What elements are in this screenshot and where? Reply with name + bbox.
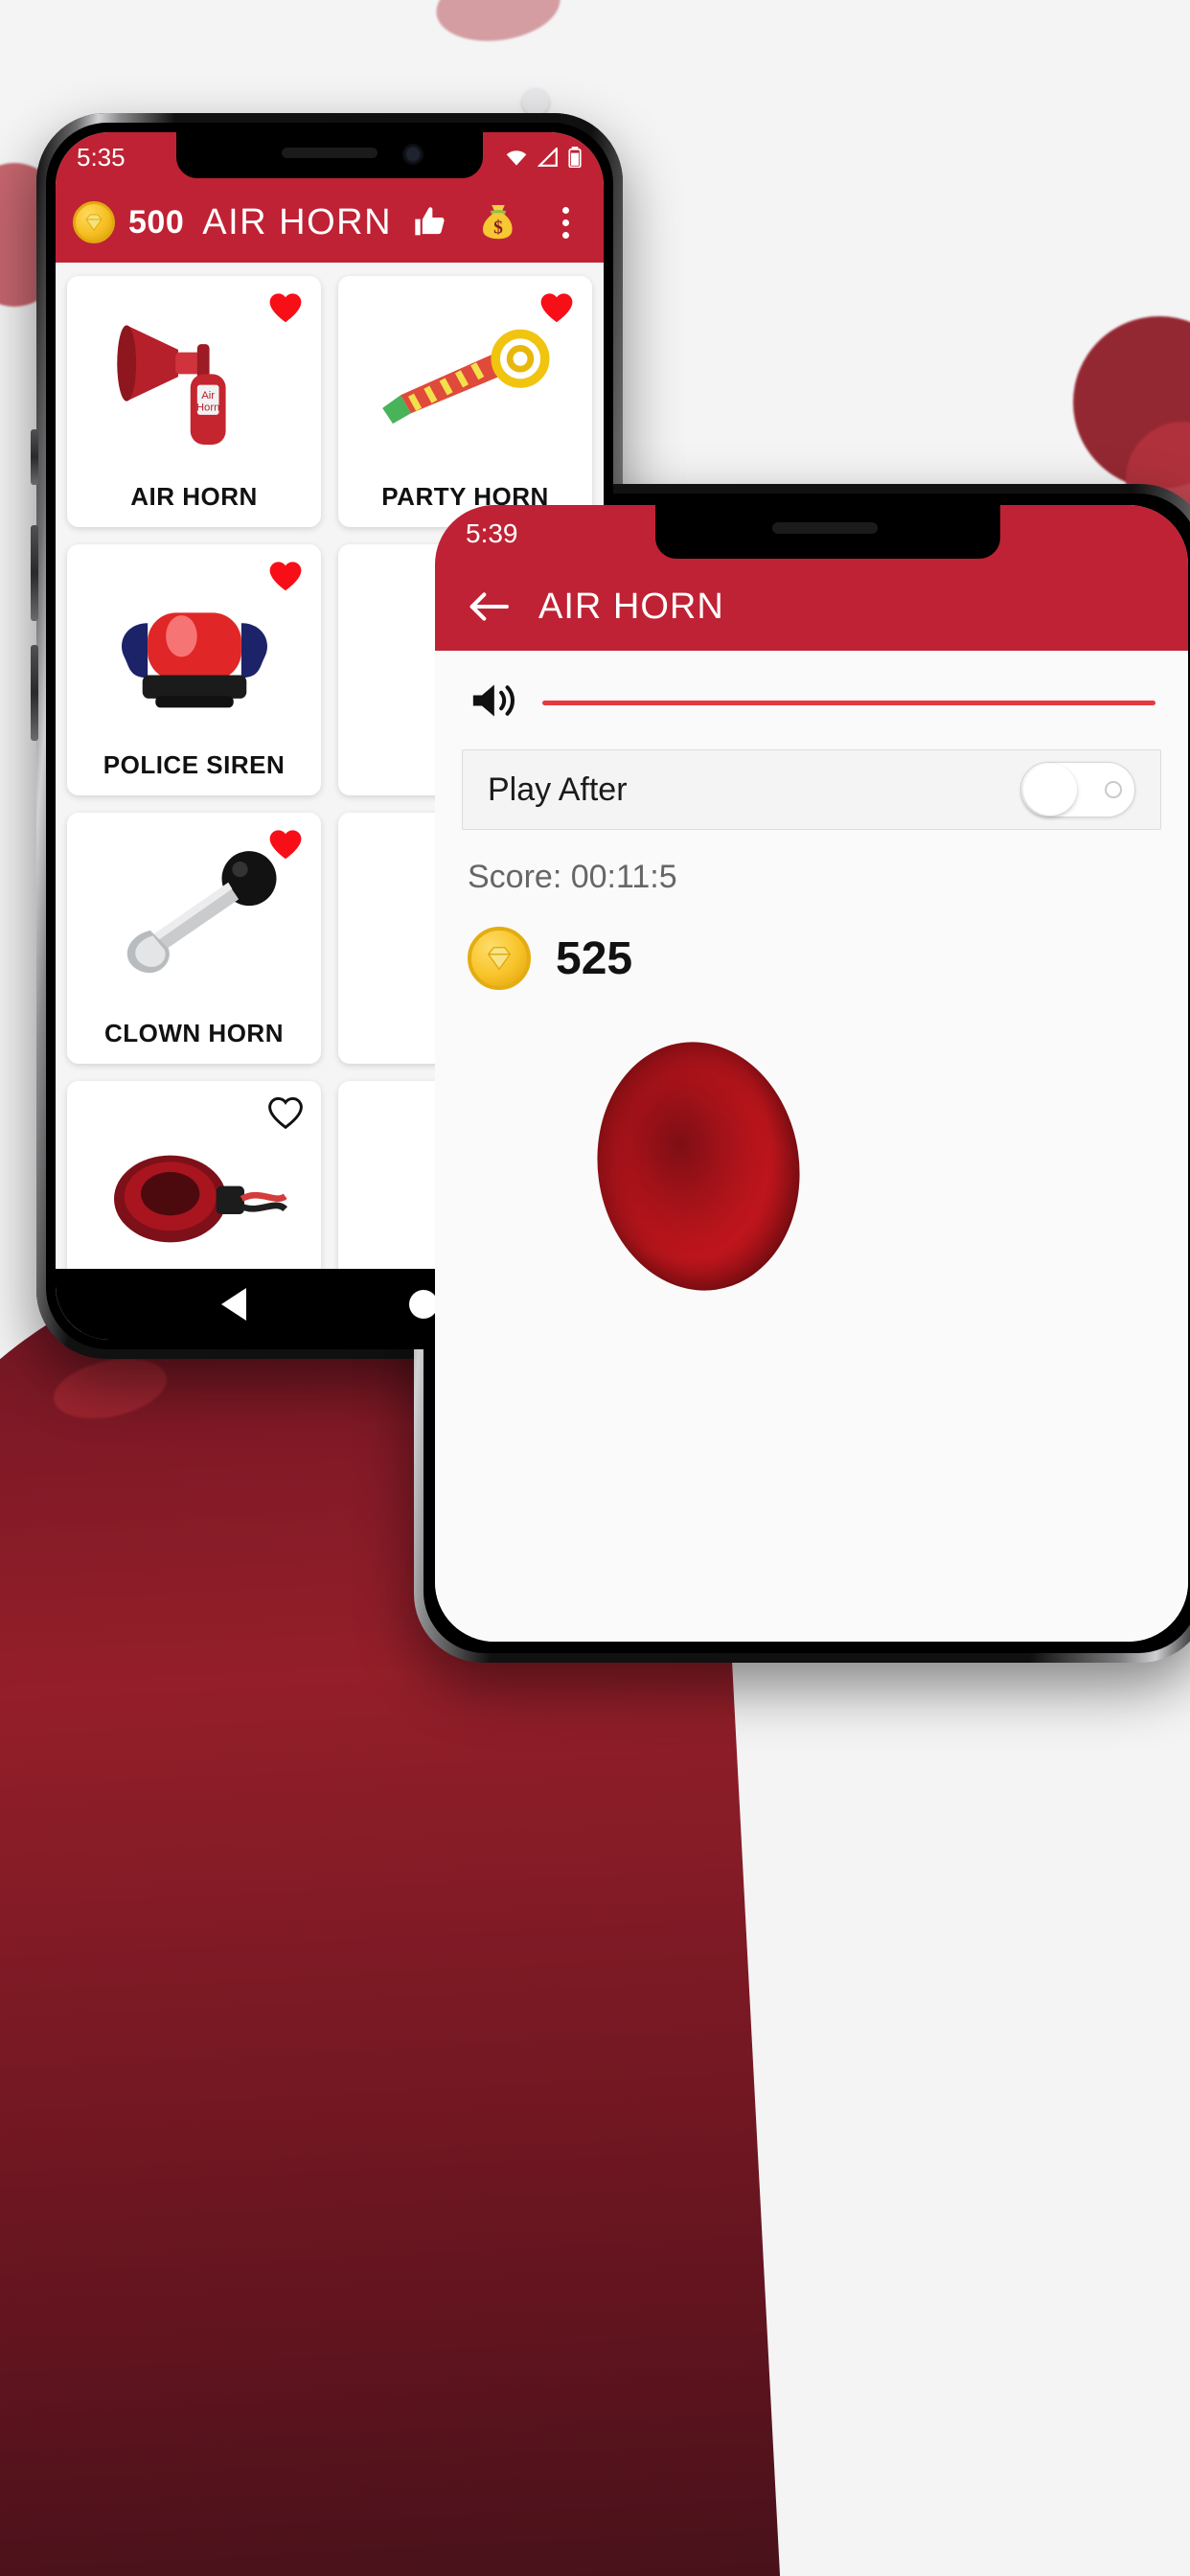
- volume-slider[interactable]: [542, 701, 1156, 705]
- phone1-app-bar: 500 AIR HORN $: [56, 182, 604, 263]
- battery-icon: [568, 147, 582, 168]
- phone1-app-title: AIR HORN: [202, 201, 393, 242]
- decor-blob-top: [431, 0, 565, 49]
- air-horn-bell-art[interactable]: [581, 1028, 816, 1304]
- phone1-appbar-actions: $: [410, 201, 586, 243]
- play-after-toggle[interactable]: [1020, 762, 1135, 817]
- sound-card-label: CLOWN HORN: [104, 1019, 284, 1047]
- more-vert-icon[interactable]: [544, 201, 586, 243]
- svg-text:Air: Air: [201, 389, 215, 401]
- sound-card-party-horn[interactable]: PARTY HORN: [338, 276, 592, 527]
- sound-card-clown-horn[interactable]: CLOWN HORN: [67, 813, 321, 1064]
- coin-icon: [73, 201, 115, 243]
- thumbs-up-icon[interactable]: [410, 201, 452, 243]
- phone1-volume-down-button[interactable]: [31, 645, 38, 741]
- phone-device-2: 5:39 AIR HORN Play After Score: 00:11:5 …: [407, 484, 1190, 1663]
- coin-balance-row: 525: [435, 896, 1188, 990]
- heart-filled-icon[interactable]: [265, 824, 306, 861]
- score-label: Score: 00:11:5: [468, 859, 677, 895]
- phone1-status-time: 5:35: [77, 142, 126, 172]
- sound-card-label: AIR HORN: [130, 482, 258, 511]
- play-after-label: Play After: [488, 770, 628, 808]
- phone1-front-camera: [402, 144, 423, 165]
- toggle-off-indicator: [1105, 781, 1122, 798]
- signal-icon: [538, 148, 558, 167]
- heart-filled-icon[interactable]: [537, 288, 577, 324]
- heart-filled-icon[interactable]: [265, 288, 306, 324]
- phone2-detail-body: Play After Score: 00:11:5 525: [435, 651, 1188, 1642]
- phone2-screen: 5:39 AIR HORN Play After Score: 00:11:5 …: [435, 505, 1188, 1642]
- phone1-volume-up-button[interactable]: [31, 525, 38, 621]
- heart-outline-icon[interactable]: [265, 1092, 306, 1129]
- phone1-earpiece-speaker: [282, 148, 378, 158]
- coin-icon: [468, 927, 531, 990]
- phone1-status-icons: [504, 147, 583, 168]
- svg-text:$: $: [493, 218, 503, 238]
- volume-icon[interactable]: [468, 679, 517, 726]
- sound-card-air-horn[interactable]: Air Horn AIR HORN: [67, 276, 321, 527]
- phone1-mute-button[interactable]: [31, 429, 38, 485]
- play-after-row[interactable]: Play After: [462, 749, 1161, 830]
- wifi-icon: [506, 150, 527, 166]
- sound-card-police-siren[interactable]: POLICE SIREN: [67, 544, 321, 795]
- coin-balance: 525: [556, 932, 633, 984]
- phone2-app-title: AIR HORN: [538, 586, 724, 627]
- phone2-status-time: 5:39: [466, 518, 518, 548]
- svg-text:Horn: Horn: [195, 402, 219, 413]
- volume-row: [435, 651, 1188, 736]
- nav-home-icon[interactable]: [409, 1290, 438, 1319]
- coin-balance: 500: [128, 203, 185, 241]
- sound-card-label: POLICE SIREN: [103, 750, 286, 779]
- back-arrow-icon[interactable]: [468, 586, 510, 628]
- nav-back-icon[interactable]: [221, 1288, 246, 1321]
- money-bag-icon[interactable]: $: [477, 201, 519, 243]
- heart-filled-icon[interactable]: [265, 556, 306, 592]
- decor-dot-1: [522, 88, 549, 115]
- phone2-earpiece-speaker: [772, 522, 878, 534]
- phone2-app-bar: AIR HORN: [435, 563, 1188, 651]
- toggle-knob: [1023, 764, 1077, 816]
